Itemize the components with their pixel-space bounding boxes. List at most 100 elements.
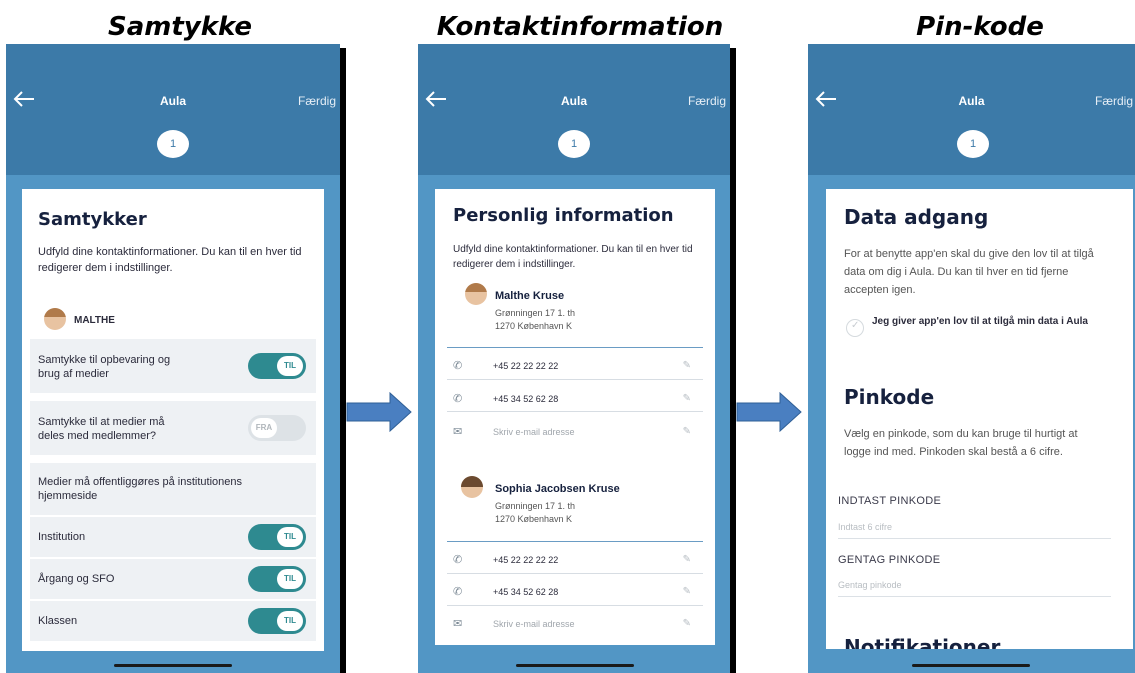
consent-row: Medier må offentliggøres på institutione… bbox=[30, 463, 316, 515]
consent-row: Klassen TIL bbox=[30, 601, 316, 641]
notifications-title: Notifikationer bbox=[844, 635, 1001, 649]
check-icon: ✓ bbox=[851, 320, 860, 331]
arrow-right-icon bbox=[346, 392, 412, 432]
consent-label: Medier må offentliggøres på institutione… bbox=[38, 476, 243, 502]
phone-number: +45 34 52 62 28 bbox=[493, 394, 559, 404]
consent-toggle[interactable]: TIL bbox=[248, 608, 306, 634]
pencil-icon[interactable]: ✎ bbox=[683, 360, 691, 371]
onboarding-flow: Samtykke Kontaktinformation Pin-kode Aul… bbox=[0, 0, 1135, 673]
toggle-state: TIL bbox=[277, 611, 303, 631]
home-indicator bbox=[516, 664, 634, 667]
arrow-right-icon bbox=[736, 392, 802, 432]
avatar bbox=[44, 308, 66, 330]
done-button[interactable]: Færdig bbox=[688, 94, 726, 108]
step-indicator: 1 bbox=[957, 130, 989, 158]
phone-icon: ✆ bbox=[453, 586, 463, 598]
app-header: Aula Færdig 1 bbox=[6, 44, 340, 175]
contact-name: Sophia Jacobsen Kruse bbox=[495, 483, 620, 495]
consent-label: Årgang og SFO bbox=[38, 573, 115, 585]
email-field[interactable]: Skriv e-mail adresse bbox=[493, 619, 575, 629]
page-title: Personlig information bbox=[453, 205, 674, 226]
phone-icon: ✆ bbox=[453, 360, 463, 372]
divider bbox=[447, 347, 703, 348]
divider bbox=[447, 541, 703, 542]
phone-consent: Aula Færdig 1 Samtykker Udfyld dine kont… bbox=[6, 44, 340, 673]
consent-label: Samtykke til at medier må deles med medl… bbox=[38, 416, 165, 442]
divider bbox=[447, 573, 703, 574]
app-header: Aula Færdig 1 bbox=[808, 44, 1135, 175]
contact-address: 1270 København K bbox=[495, 321, 573, 331]
consent-toggle[interactable]: TIL bbox=[248, 566, 306, 592]
repeat-pin-field[interactable] bbox=[838, 573, 1111, 597]
divider bbox=[447, 411, 703, 412]
repeat-pin-input[interactable] bbox=[838, 573, 1111, 596]
consent-toggle[interactable]: FRA bbox=[248, 415, 306, 441]
done-button[interactable]: Færdig bbox=[1095, 94, 1133, 108]
consent-label: Klassen bbox=[38, 615, 78, 627]
phone-shadow bbox=[340, 48, 346, 673]
page-title: Samtykker bbox=[38, 209, 147, 230]
consent-toggle[interactable]: TIL bbox=[248, 524, 306, 550]
pencil-icon[interactable]: ✎ bbox=[683, 554, 691, 565]
divider bbox=[447, 605, 703, 606]
mail-icon: ✉ bbox=[453, 618, 463, 630]
app-title: Aula bbox=[159, 94, 186, 108]
consent-row: Samtykke til at medier må deles med medl… bbox=[30, 401, 316, 455]
divider bbox=[447, 379, 703, 380]
done-button[interactable]: Færdig bbox=[298, 94, 336, 108]
toggle-state: TIL bbox=[277, 569, 303, 589]
pin-description: Vælg en pinkode, som du kan bruge til hu… bbox=[844, 428, 1078, 458]
caption-pin: Pin-kode bbox=[916, 12, 1044, 42]
pencil-icon[interactable]: ✎ bbox=[683, 618, 691, 629]
app-title: Aula bbox=[958, 94, 985, 108]
consent-label: Samtykke til opbevaring og brug af medie… bbox=[38, 354, 171, 380]
caption-consent: Samtykke bbox=[107, 12, 253, 42]
phone-icon: ✆ bbox=[453, 393, 463, 405]
home-indicator bbox=[114, 664, 232, 667]
phone-contact: Aula Færdig 1 Personlig information Udfy… bbox=[418, 44, 730, 673]
toggle-state: TIL bbox=[277, 356, 303, 376]
app-title: Aula bbox=[560, 94, 587, 108]
contact-name: Malthe Kruse bbox=[495, 290, 565, 302]
step-indicator: 1 bbox=[558, 130, 590, 158]
pencil-icon[interactable]: ✎ bbox=[683, 426, 691, 437]
pin-title: Pinkode bbox=[844, 385, 935, 409]
phone-number: +45 34 52 62 28 bbox=[493, 587, 559, 597]
contact-card: Personlig information Udfyld dine kontak… bbox=[435, 189, 715, 645]
phone-pin: Aula Færdig 1 Data adgang For at benytte… bbox=[808, 44, 1135, 673]
pencil-icon[interactable]: ✎ bbox=[683, 393, 691, 404]
enter-pin-input[interactable] bbox=[838, 515, 1111, 538]
consent-checkbox[interactable]: ✓ bbox=[846, 319, 864, 337]
consent-row: Institution TIL bbox=[30, 517, 316, 557]
consent-toggle[interactable]: TIL bbox=[248, 353, 306, 379]
data-access-title: Data adgang bbox=[844, 205, 989, 229]
phone-number: +45 22 22 22 22 bbox=[493, 361, 559, 371]
email-field[interactable]: Skriv e-mail adresse bbox=[493, 427, 575, 437]
app-header: Aula Færdig 1 bbox=[418, 44, 730, 175]
toggle-state: FRA bbox=[251, 418, 277, 438]
consent-card: Samtykker Udfyld dine kontaktinformation… bbox=[22, 189, 324, 651]
enter-pin-label: INDTAST PINKODE bbox=[838, 495, 942, 507]
contact-address: 1270 København K bbox=[495, 514, 573, 524]
consent-row: Samtykke til opbevaring og brug af medie… bbox=[30, 339, 316, 393]
consent-row: Årgang og SFO TIL bbox=[30, 559, 316, 599]
repeat-pin-label: GENTAG PINKODE bbox=[838, 554, 941, 566]
page-description: Udfyld dine kontaktinformationer. Du kan… bbox=[38, 246, 302, 274]
caption-contact: Kontaktinformation bbox=[436, 12, 724, 42]
pencil-icon[interactable]: ✎ bbox=[683, 586, 691, 597]
contact-address: Grønningen 17 1. th bbox=[495, 501, 576, 511]
data-access-description: For at benytte app'en skal du give den l… bbox=[844, 248, 1094, 296]
contact-address: Grønningen 17 1. th bbox=[495, 308, 576, 318]
mail-icon: ✉ bbox=[453, 426, 463, 438]
consent-label: Institution bbox=[38, 531, 86, 543]
avatar bbox=[465, 283, 487, 305]
phone-shadow bbox=[730, 48, 736, 673]
page-description: Udfyld dine kontaktinformationer. Du kan… bbox=[453, 244, 693, 270]
phone-number: +45 22 22 22 22 bbox=[493, 555, 559, 565]
consent-label: Jeg giver app'en lov til at tilgå min da… bbox=[872, 316, 1088, 327]
toggle-state: TIL bbox=[277, 527, 303, 547]
home-indicator bbox=[912, 664, 1030, 667]
phone-icon: ✆ bbox=[453, 554, 463, 566]
pin-card: Data adgang For at benytte app'en skal d… bbox=[826, 189, 1133, 649]
enter-pin-field[interactable] bbox=[838, 515, 1111, 539]
